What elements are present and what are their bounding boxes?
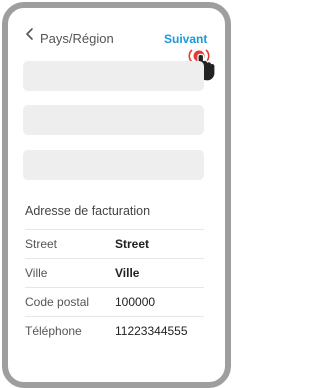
address-input-1[interactable] — [23, 61, 204, 91]
row-label: Street — [25, 237, 58, 251]
address-input-3[interactable] — [23, 150, 204, 180]
chevron-left-icon[interactable] — [24, 25, 36, 43]
billing-row-phone[interactable]: Téléphone 11223344555 — [25, 317, 204, 345]
row-value: Ville — [115, 266, 140, 280]
billing-section-title: Adresse de facturation — [25, 204, 151, 218]
billing-row-street[interactable]: Street Street — [25, 230, 204, 258]
row-value: Street — [115, 237, 150, 251]
row-label: Code postal — [25, 295, 90, 309]
row-label: Ville — [25, 266, 48, 280]
row-label: Téléphone — [25, 324, 82, 338]
billing-row-city[interactable]: Ville Ville — [25, 259, 204, 287]
address-input-2[interactable] — [23, 105, 204, 135]
row-value: 11223344555 — [115, 324, 188, 338]
billing-row-postal-code[interactable]: Code postal 100000 — [25, 288, 204, 316]
phone-frame: Pays/Région Suivant Adresse de facturati… — [2, 2, 231, 388]
page-title: Pays/Région — [40, 31, 114, 46]
row-value: 100000 — [115, 295, 156, 309]
